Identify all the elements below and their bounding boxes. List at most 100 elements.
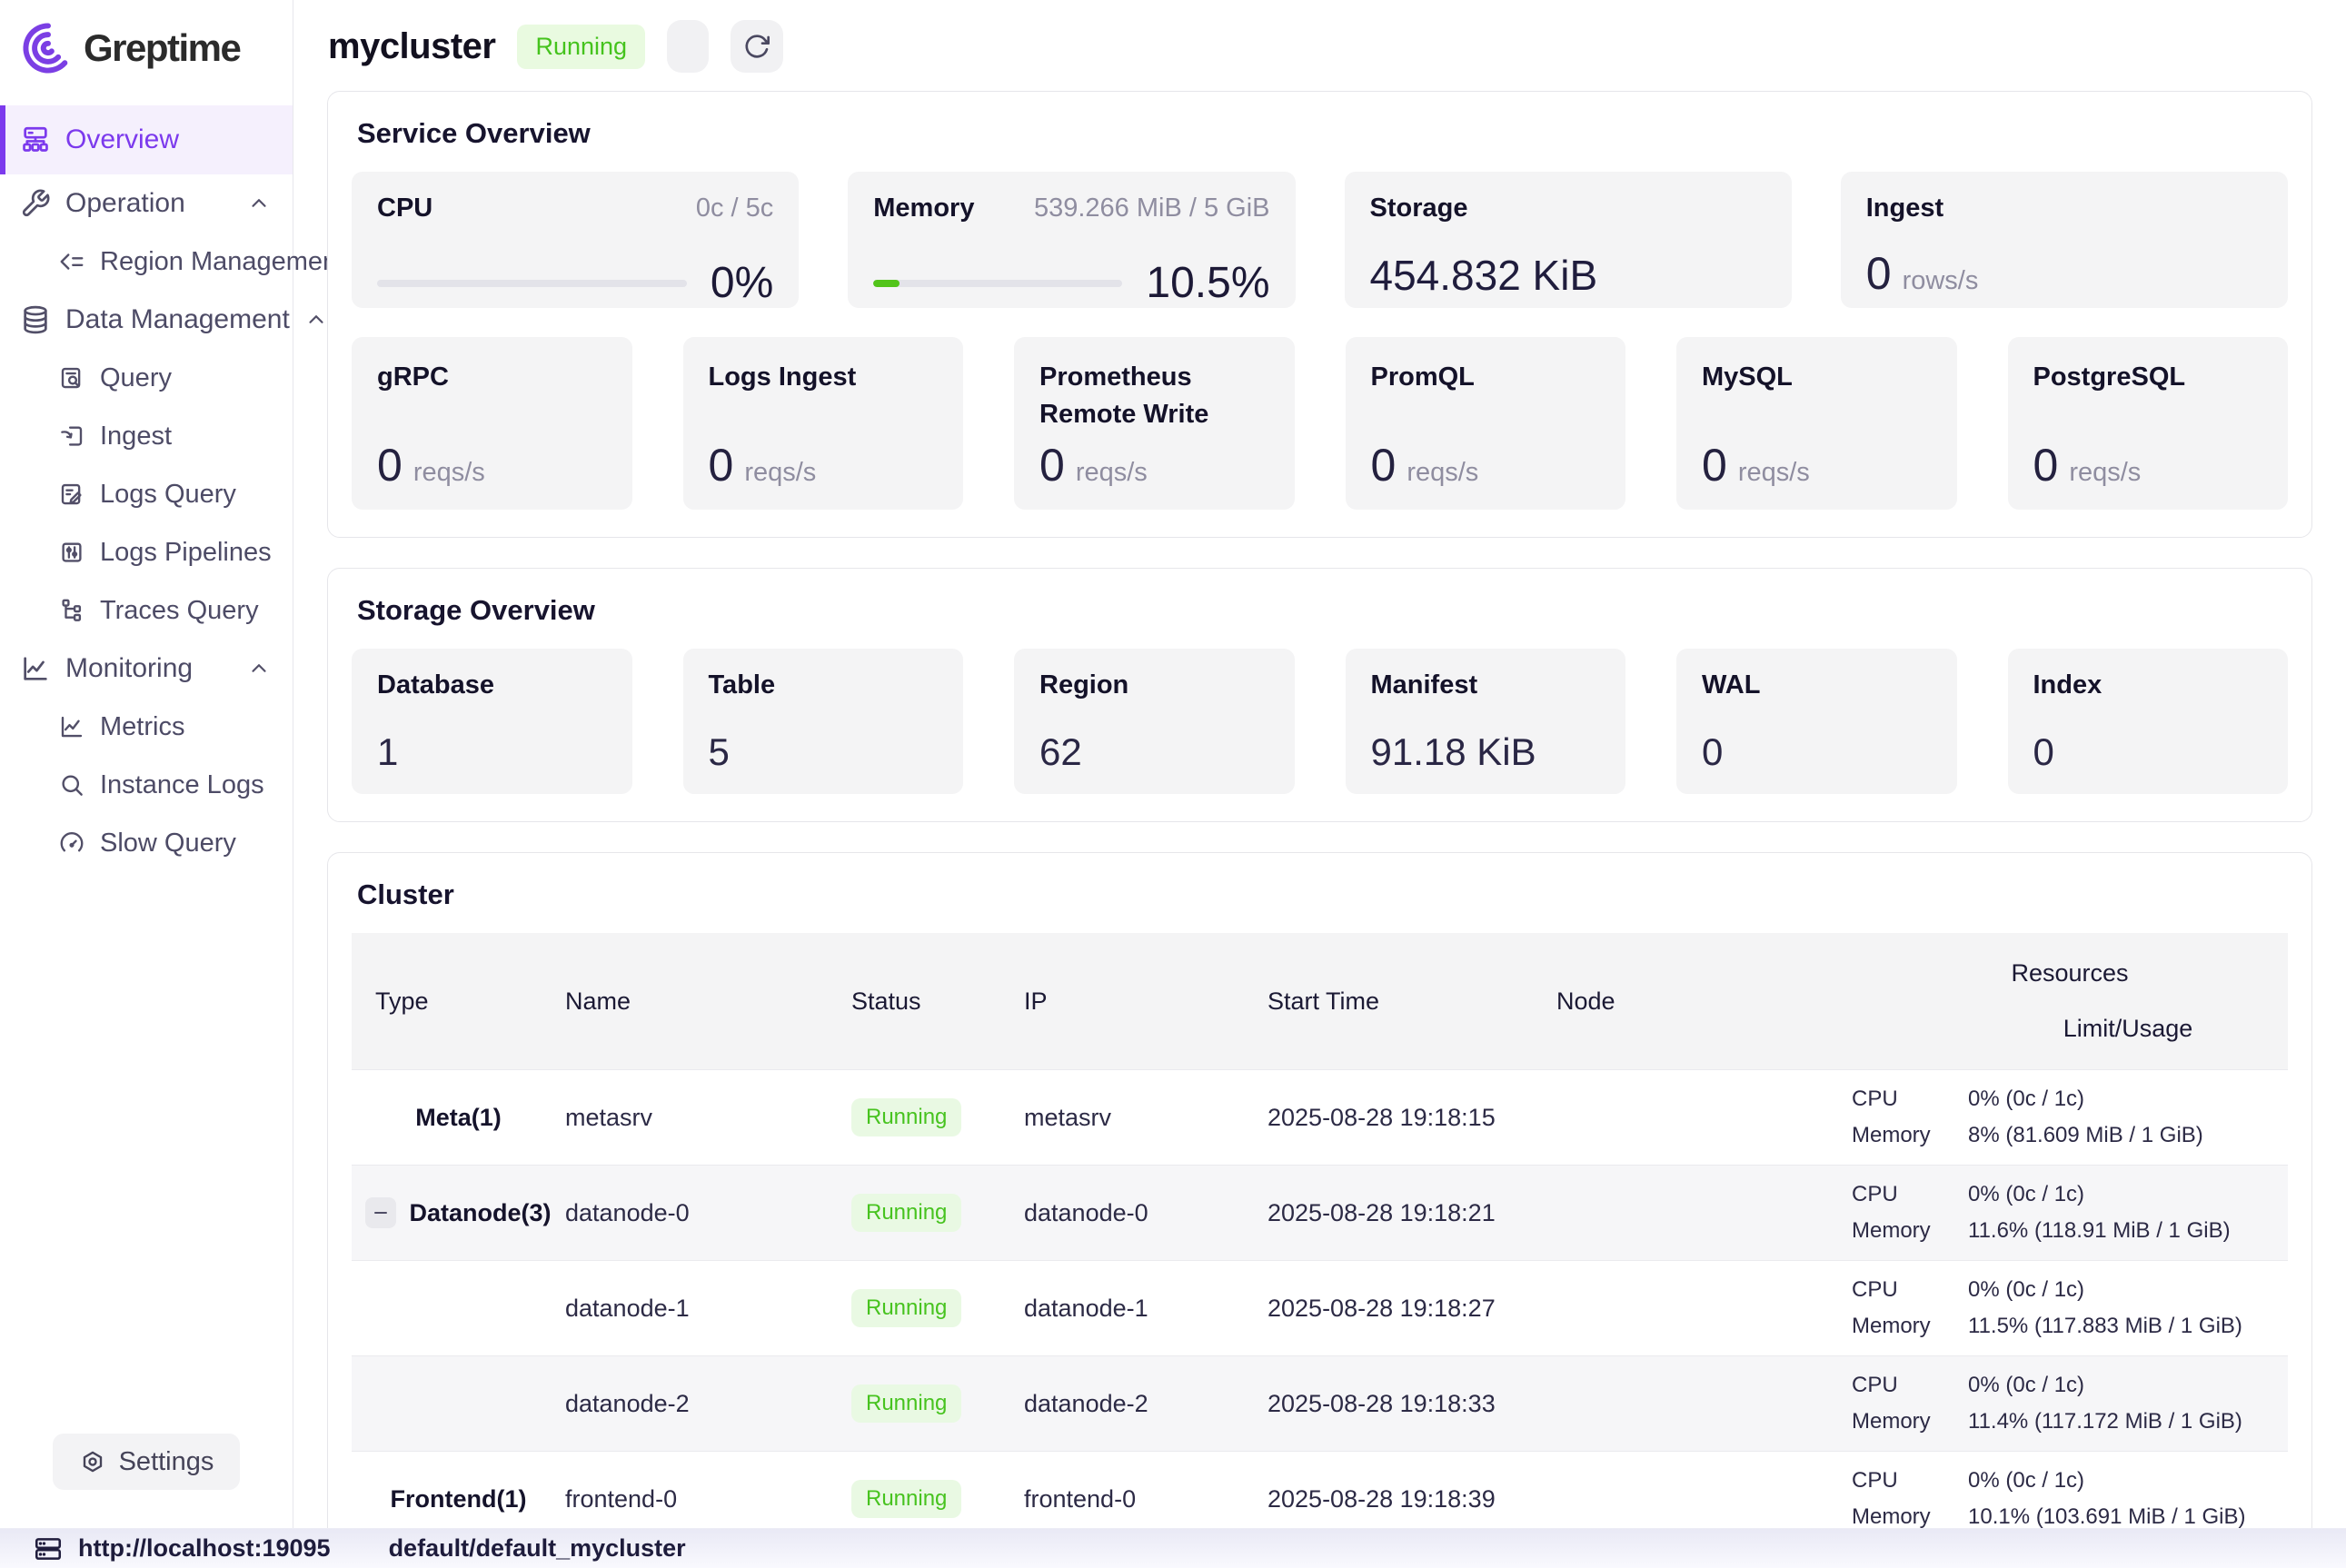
database-icon	[20, 304, 51, 335]
service-metric-row: CPU 0c / 5c 0% Memory 539.266 MiB / 5 Gi…	[352, 172, 2288, 308]
sidebar-group-monitoring[interactable]: Monitoring	[0, 640, 293, 698]
limit-usage-header-label: Limit/Usage	[1852, 1015, 2288, 1043]
cluster-title: Cluster	[357, 878, 2288, 911]
row-ip: datanode-1	[1024, 1295, 1148, 1323]
sidebar-item-metrics[interactable]: Metrics	[0, 698, 293, 756]
sidebar-item-label: Logs Pipelines	[100, 538, 272, 568]
cpu-key: CPU	[1852, 1087, 1968, 1112]
status-badge: Running	[851, 1098, 961, 1136]
database-stat-label: Database	[377, 670, 607, 700]
memory-limit: 539.266 MiB / 5 GiB	[1034, 194, 1270, 223]
table-stat-card: Table 5	[683, 649, 964, 794]
sidebar-group-label: Data Management	[65, 304, 290, 335]
pause-button[interactable]	[667, 20, 709, 73]
prometheus-label: Prometheus Remote Write	[1039, 359, 1269, 432]
greptime-spiral-icon	[20, 20, 76, 76]
sidebar-item-instance-logs[interactable]: Instance Logs	[0, 756, 293, 814]
sidebar-item-logs-query[interactable]: Logs Query	[0, 465, 293, 523]
sidebar-nav: Overview Operation Region Management	[0, 102, 293, 1434]
sidebar-item-ingest[interactable]: Ingest	[0, 407, 293, 465]
cluster-table: Type Name Status IP Start Time Node Reso…	[352, 933, 2288, 1528]
sidebar-group-label: Monitoring	[65, 653, 193, 684]
promql-label: PromQL	[1371, 359, 1601, 396]
cluster-table-body: Meta(1) metasrv Running metasrv 2025-08-…	[352, 1069, 2288, 1528]
column-header-ip: IP	[1024, 933, 1267, 1069]
refresh-icon	[742, 32, 771, 61]
protocol-row: gRPC 0 reqs/s Logs Ingest 0 reqs/s Prome…	[352, 337, 2288, 510]
sidebar-group-operation[interactable]: Operation	[0, 174, 293, 233]
storage-overview-title: Storage Overview	[357, 594, 2288, 627]
postgresql-value: 0	[2033, 442, 2059, 488]
document-edit-icon	[58, 481, 85, 508]
refresh-button[interactable]	[731, 20, 783, 73]
row-name: datanode-2	[565, 1390, 690, 1418]
cpu-key: CPU	[1852, 1373, 1968, 1398]
row-start-time: 2025-08-28 19:18:39	[1267, 1485, 1496, 1513]
sidebar-item-query[interactable]: Query	[0, 349, 293, 407]
logs-ingest-unit: reqs/s	[744, 458, 816, 488]
storage-card: Storage 454.832 KiB	[1345, 172, 1792, 308]
server-url[interactable]: http://localhost:19095	[78, 1534, 331, 1563]
page-title: mycluster	[328, 26, 495, 67]
brand-name: Greptime	[84, 26, 240, 70]
database-stat-value: 1	[377, 733, 607, 771]
sidebar-item-overview[interactable]: Overview	[0, 105, 293, 174]
main-content: mycluster Running Service Overview CPU 0…	[293, 0, 2346, 1528]
sidebar-item-label: Metrics	[100, 712, 184, 742]
table-row-frontend-0: Frontend(1) frontend-0 Running frontend-…	[352, 1451, 2288, 1528]
sidebar-item-label: Query	[100, 363, 172, 393]
logs-ingest-label: Logs Ingest	[709, 359, 939, 396]
sidebar: Greptime Overview Operation	[0, 0, 293, 1528]
memory-key: Memory	[1852, 1504, 1968, 1528]
region-stat-label: Region	[1039, 670, 1269, 700]
memory-card: Memory 539.266 MiB / 5 GiB 10.5%	[848, 172, 1295, 308]
sidebar-item-slow-query[interactable]: Slow Query	[0, 814, 293, 872]
memory-usage: 10.1% (103.691 MiB / 1 GiB)	[1968, 1504, 2245, 1528]
sidebar-item-logs-pipelines[interactable]: Logs Pipelines	[0, 523, 293, 581]
promql-unit: reqs/s	[1407, 458, 1478, 488]
chevron-up-icon	[247, 657, 271, 680]
cpu-usage: 0% (0c / 1c)	[1968, 1182, 2084, 1207]
row-ip: datanode-2	[1024, 1390, 1148, 1418]
wal-stat-card: WAL 0	[1676, 649, 1957, 794]
sidebar-item-traces-query[interactable]: Traces Query	[0, 581, 293, 640]
sidebar-group-data-management[interactable]: Data Management	[0, 291, 293, 349]
server-icon	[33, 1533, 64, 1564]
table-row-datanode-1: datanode-1 Running datanode-1 2025-08-28…	[352, 1260, 2288, 1355]
wal-stat-value: 0	[1702, 733, 1932, 771]
row-resources: CPU0% (0c / 1c) Memory11.6% (118.91 MiB …	[1852, 1182, 2288, 1244]
promql-value: 0	[1371, 442, 1397, 488]
cluster-overview-icon	[20, 124, 51, 155]
cpu-usage: 0% (0c / 1c)	[1968, 1087, 2084, 1112]
row-ip: frontend-0	[1024, 1485, 1136, 1513]
collapse-datanode-group-button[interactable]	[365, 1197, 396, 1228]
memory-key: Memory	[1852, 1314, 1968, 1339]
storage-overview-panel: Storage Overview Database 1 Table 5 Regi…	[327, 568, 2312, 822]
cpu-label: CPU	[377, 194, 432, 223]
cluster-panel: Cluster Type Name Status IP Start Time N…	[327, 852, 2312, 1528]
postgresql-card: PostgreSQL 0 reqs/s	[2008, 337, 2289, 510]
row-ip: datanode-0	[1024, 1199, 1148, 1227]
storage-value: 454.832 KiB	[1370, 254, 1766, 296]
row-resources: CPU0% (0c / 1c) Memory11.4% (117.172 MiB…	[1852, 1373, 2288, 1434]
region-stat-card: Region 62	[1014, 649, 1295, 794]
column-header-node: Node	[1556, 933, 1852, 1069]
row-type: Frontend(1)	[391, 1485, 527, 1513]
brand-logo[interactable]: Greptime	[0, 0, 293, 102]
postgresql-unit: reqs/s	[2069, 458, 2141, 488]
current-database[interactable]: default/default_mycluster	[389, 1534, 686, 1563]
prometheus-value: 0	[1039, 442, 1065, 488]
manifest-stat-label: Manifest	[1371, 670, 1601, 700]
status-bar: http://localhost:19095 default/default_m…	[0, 1528, 2346, 1568]
ingest-unit: rows/s	[1903, 266, 1979, 296]
sidebar-item-region-management[interactable]: Region Management	[0, 233, 293, 291]
search-icon	[58, 771, 85, 799]
cpu-limit: 0c / 5c	[696, 194, 773, 223]
manifest-stat-card: Manifest 91.18 KiB	[1346, 649, 1626, 794]
cpu-key: CPU	[1852, 1277, 1968, 1303]
row-resources: CPU0% (0c / 1c) Memory10.1% (103.691 MiB…	[1852, 1468, 2288, 1528]
memory-usage: 11.6% (118.91 MiB / 1 GiB)	[1968, 1218, 2231, 1244]
settings-button[interactable]: Settings	[53, 1434, 240, 1490]
settings-label: Settings	[119, 1447, 214, 1477]
sidebar-item-label: Overview	[65, 124, 179, 155]
